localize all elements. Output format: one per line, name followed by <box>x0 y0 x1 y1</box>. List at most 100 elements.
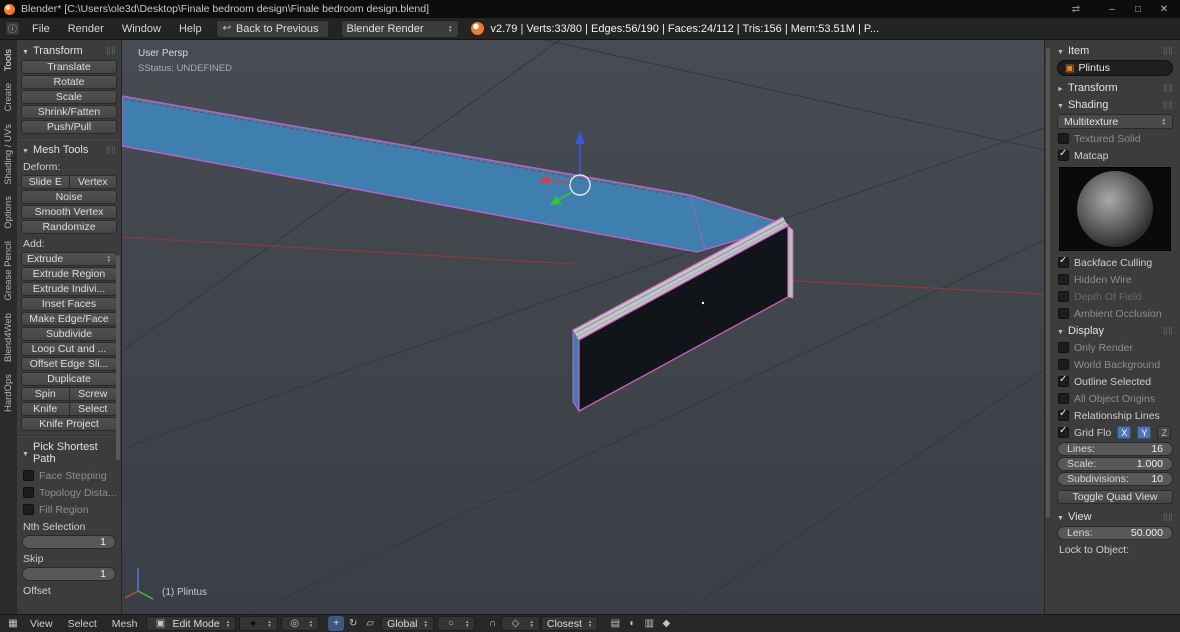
snap-magnet-icon[interactable]: ∩ <box>484 616 500 631</box>
viewport-editor-type-icon[interactable]: ▦ <box>5 616 21 631</box>
relationship-lines-checkbox[interactable] <box>1058 408 1069 421</box>
subdivide-button[interactable]: Subdivide <box>21 327 117 341</box>
back-to-previous-button[interactable]: ↩ Back to Previous <box>215 19 329 38</box>
panel-header-shading[interactable]: Shading <box>1053 96 1177 113</box>
render-options-icon[interactable]: ◆ <box>658 616 674 631</box>
lens-field[interactable]: Lens: 50.000 <box>1057 526 1173 540</box>
ambient-occlusion-checkbox[interactable] <box>1058 308 1069 319</box>
lines-field[interactable]: Lines: 16 <box>1057 442 1173 456</box>
extrude-region-button[interactable]: Extrude Region <box>21 267 117 281</box>
manipulator-scale-icon[interactable]: ▱ <box>362 616 378 631</box>
knife-button[interactable]: Knife <box>21 402 70 416</box>
rotate-button[interactable]: Rotate <box>21 75 117 89</box>
toggle-quad-view-button[interactable]: Toggle Quad View <box>1057 490 1173 504</box>
proportional-editing-dropdown[interactable]: ○ <box>436 616 476 631</box>
spin-button[interactable]: Spin <box>21 387 70 401</box>
pivot-point-dropdown[interactable]: ◎ <box>280 616 320 631</box>
offset-edge-slide-button[interactable]: Offset Edge Sli... <box>21 357 117 371</box>
make-edge-face-button[interactable]: Make Edge/Face <box>21 312 117 326</box>
menu-mesh[interactable]: Mesh <box>106 618 144 630</box>
panel-header-transform-n[interactable]: Transform <box>1053 79 1177 96</box>
screw-button[interactable]: Screw <box>69 387 117 401</box>
outline-selected-checkbox[interactable] <box>1058 374 1069 387</box>
inset-faces-button[interactable]: Inset Faces <box>21 297 117 311</box>
textured-solid-checkbox[interactable] <box>1058 133 1069 144</box>
backface-culling-checkbox[interactable] <box>1058 255 1069 268</box>
hidden-wire-checkbox[interactable] <box>1058 274 1069 285</box>
loop-cut-button[interactable]: Loop Cut and ... <box>21 342 117 356</box>
knife-select-button[interactable]: Select <box>69 402 117 416</box>
properties-scrollbar[interactable] <box>1046 48 1050 518</box>
panel-header-view[interactable]: View <box>1053 508 1177 525</box>
tab-create[interactable]: Create <box>1 77 16 118</box>
plank-top-face[interactable] <box>122 95 791 253</box>
object-name-field[interactable]: ▣ Plintus <box>1057 60 1173 76</box>
mode-dropdown[interactable]: ▣ Edit Mode <box>146 616 237 631</box>
panel-grip-icon[interactable] <box>1163 513 1173 521</box>
manipulator-translate-icon[interactable]: + <box>328 616 345 631</box>
tab-tools[interactable]: Tools <box>1 43 16 77</box>
tab-blend4web[interactable]: Blend4Web <box>1 307 16 368</box>
push-pull-button[interactable]: Push/Pull <box>21 120 117 134</box>
panel-grip-icon[interactable] <box>1163 84 1173 92</box>
render-animation-icon[interactable]: ◐ <box>624 616 640 631</box>
panel-header-transform[interactable]: Transform <box>18 42 120 59</box>
panel-header-display[interactable]: Display <box>1053 322 1177 339</box>
snap-element-dropdown[interactable]: ◇ <box>501 616 540 631</box>
grid-floor-checkbox[interactable] <box>1058 425 1069 438</box>
menu-file[interactable]: File <box>24 21 58 37</box>
render-engine-dropdown[interactable]: Blender Render <box>340 19 459 38</box>
randomize-button[interactable]: Randomize <box>21 220 117 234</box>
skip-field[interactable]: 1 <box>22 567 116 581</box>
tool-shelf-scrollbar[interactable] <box>116 255 120 460</box>
face-stepping-checkbox[interactable] <box>23 470 34 481</box>
scale-button[interactable]: Scale <box>21 90 117 104</box>
editor-type-icon[interactable]: ⓘ <box>5 21 20 36</box>
board-right-edge[interactable] <box>787 225 794 299</box>
vertex-slide-button[interactable]: Vertex <box>69 175 117 189</box>
extrude-menu-button[interactable]: Extrude <box>21 252 117 266</box>
menu-select[interactable]: Select <box>62 618 103 630</box>
render-opengl-icon[interactable]: ▤ <box>607 616 623 631</box>
noise-button[interactable]: Noise <box>21 190 117 204</box>
tab-shading-uvs[interactable]: Shading / UVs <box>1 118 16 191</box>
matcap-preview[interactable] <box>1059 167 1171 251</box>
viewport-3d[interactable]: User Persp SStatus: UNDEFINED (1) Plintu… <box>122 40 1044 614</box>
menu-render[interactable]: Render <box>60 21 112 37</box>
orientation-dropdown[interactable]: Global <box>381 616 434 631</box>
scale-field[interactable]: Scale: 1.000 <box>1057 457 1173 471</box>
extrude-individual-button[interactable]: Extrude Indivi... <box>21 282 117 296</box>
viewport-shading-dropdown[interactable]: ● <box>239 616 278 631</box>
matcap-checkbox[interactable] <box>1058 148 1069 161</box>
panel-grip-icon[interactable] <box>1163 101 1173 109</box>
board-end-cap[interactable] <box>572 328 580 413</box>
shading-mode-dropdown[interactable]: Multitexture <box>1057 114 1173 129</box>
smooth-vertex-button[interactable]: Smooth Vertex <box>21 205 117 219</box>
panel-header-item[interactable]: Item <box>1053 42 1177 59</box>
only-render-checkbox[interactable] <box>1058 342 1069 353</box>
axis-y-toggle[interactable]: Y <box>1137 426 1152 439</box>
axis-x-toggle[interactable]: X <box>1117 426 1132 439</box>
panel-grip-icon[interactable] <box>106 47 116 55</box>
panel-header-pick-shortest-path[interactable]: Pick Shortest Path <box>18 438 120 467</box>
panel-grip-icon[interactable] <box>1163 47 1173 55</box>
subdivisions-field[interactable]: Subdivisions: 10 <box>1057 472 1173 486</box>
axis-z-toggle[interactable]: Z <box>1157 426 1172 439</box>
menu-help[interactable]: Help <box>171 21 210 37</box>
depth-of-field-checkbox[interactable] <box>1058 291 1069 302</box>
menu-window[interactable]: Window <box>114 21 169 37</box>
vertex-dot[interactable] <box>701 301 705 305</box>
3d-scene[interactable] <box>122 40 1044 614</box>
edge-slide-button[interactable]: Slide E <box>21 175 70 189</box>
fill-region-checkbox[interactable] <box>23 504 34 515</box>
topology-distance-checkbox[interactable] <box>23 487 34 498</box>
minimize-button[interactable]: – <box>1100 2 1124 17</box>
duplicate-button[interactable]: Duplicate <box>21 372 117 386</box>
close-button[interactable]: ✕ <box>1152 2 1176 17</box>
world-background-checkbox[interactable] <box>1058 359 1069 370</box>
panel-grip-icon[interactable] <box>106 146 116 154</box>
all-object-origins-checkbox[interactable] <box>1058 393 1069 404</box>
snap-target-dropdown[interactable]: Closest <box>540 616 599 631</box>
language-icon[interactable]: ⇄ <box>1064 2 1088 17</box>
manipulator-z-arrowhead[interactable] <box>575 131 585 144</box>
